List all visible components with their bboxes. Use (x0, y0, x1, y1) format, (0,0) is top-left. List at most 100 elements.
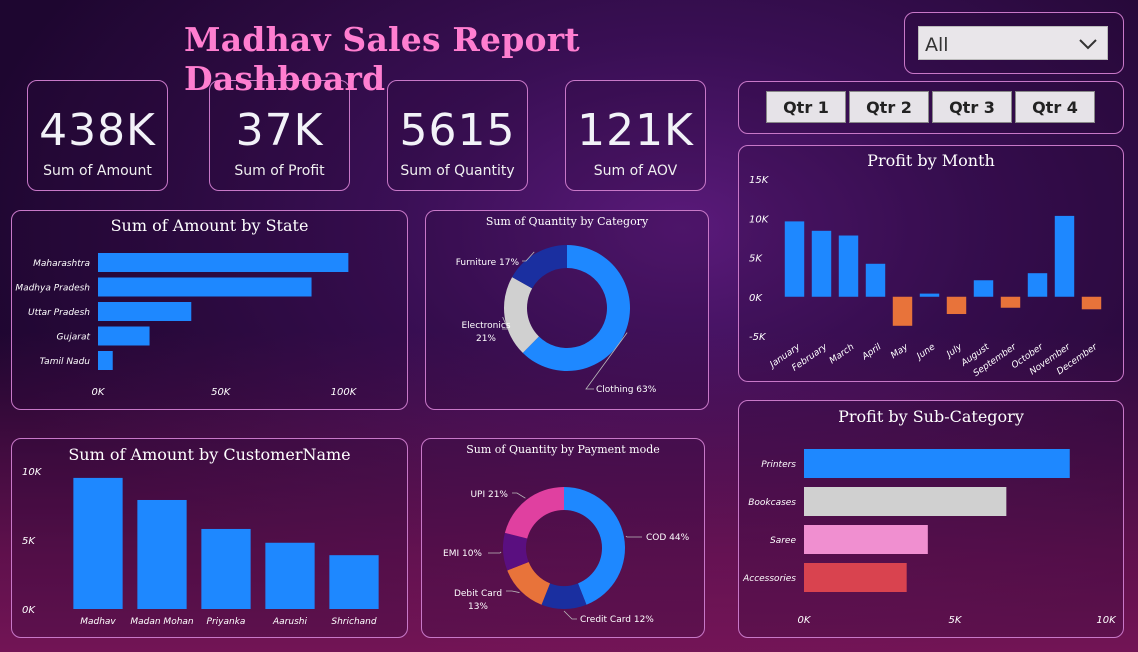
category-label: Saree (770, 536, 796, 546)
tick-label: 50K (211, 387, 232, 398)
category-label: Tamil Nadu (40, 357, 91, 367)
bar (865, 263, 886, 297)
bar (137, 499, 187, 609)
bar (838, 235, 859, 297)
filter-dropdown[interactable]: All (918, 26, 1108, 60)
category-label: Madhya Pradesh (15, 284, 90, 294)
bar (98, 277, 312, 297)
tick-label: 5K (949, 615, 963, 626)
category-donut-chart: Clothing 63% Electronics 21% Furniture 17% (456, 245, 657, 395)
kpi-value: 438K (39, 105, 156, 156)
chevron-down-icon (1077, 31, 1099, 67)
tick-label: 10K (749, 214, 770, 225)
bar (1027, 273, 1048, 297)
bar (1081, 296, 1102, 310)
slice-label: Furniture 17% (456, 258, 520, 268)
bar (98, 326, 150, 346)
tick-label: 100K (331, 387, 358, 398)
subcategory-chart-panel: Profit by Sub-Category Printers Bookcases… (738, 400, 1124, 638)
bar (919, 293, 940, 297)
dashboard-title: Madhav Sales Report Dashboard (184, 20, 580, 98)
tick-label: 5K (749, 254, 763, 265)
slice-label: Electronics 21% (461, 321, 510, 344)
customer-bar-chart: 10K 5K 0K Madhav Madan Mohan Priyanka Aarushi S… (22, 467, 379, 627)
bar (98, 351, 113, 370)
kpi-value: 37K (235, 105, 324, 156)
category-label: Priyanka (207, 617, 246, 627)
tick-label: 0K (798, 615, 812, 626)
kpi-label: Sum of Quantity (400, 163, 515, 179)
tick-label: 0K (749, 293, 763, 304)
category-label: Printers (761, 460, 796, 470)
payment-donut-chart: COD 44% Credit Card 12% Debit Card 13% EMI 1… (443, 487, 690, 625)
bar (98, 302, 192, 321)
bar (329, 555, 379, 609)
qtr2-button[interactable]: Qtr 2 (849, 91, 929, 123)
category-label: Maharashtra (33, 259, 90, 269)
filter-selected-value: All (925, 34, 949, 56)
bar (804, 525, 928, 554)
tick-label: 10K (1096, 615, 1117, 626)
kpi-value: 5615 (399, 105, 516, 156)
bar (946, 296, 967, 315)
bar (973, 280, 994, 297)
tick-label: 0K (22, 605, 36, 616)
category-label: Madhav (80, 617, 116, 627)
bar (265, 542, 315, 609)
tick-label: 15K (749, 175, 770, 186)
slice-label: UPI 21% (470, 490, 508, 500)
tick-label: 10K (22, 467, 43, 478)
leader-line (512, 492, 526, 499)
bar (1000, 296, 1021, 308)
bar (811, 230, 832, 297)
kpi-label: Sum of Amount (43, 163, 152, 179)
bar (1054, 215, 1075, 297)
bar (804, 449, 1070, 478)
bar (98, 253, 349, 272)
category-label: Shrichand (331, 617, 376, 627)
payment-chart-panel: Sum of Quantity by Payment mode COD 44% C… (421, 438, 705, 638)
category-chart-panel: Sum of Quantity by Category Clothing 63%… (425, 210, 709, 410)
category-label: June (914, 342, 938, 363)
slice (504, 487, 564, 539)
tick-label: -5K (749, 332, 767, 343)
kpi-card-amount: 438K Sum of Amount (27, 80, 168, 191)
bar (201, 528, 251, 609)
slice-label: COD 44% (646, 533, 690, 543)
state-bar-chart: Maharashtra Madhya Pradesh Uttar Pradesh Gu… (15, 253, 358, 398)
leader-line (488, 551, 502, 554)
state-chart-panel: Sum of Amount by State Maharashtra Madhya… (11, 210, 408, 410)
month-bar-chart: 15K10K5K0K-5KJanuaryFebruaryMarch April Ma… (749, 175, 1102, 379)
slice (507, 561, 551, 605)
bar (804, 563, 907, 592)
customer-chart-panel: Sum of Amount by CustomerName 10K 5K 0K Mad… (11, 438, 408, 638)
bar (784, 221, 805, 297)
slice-label: Credit Card 12% (580, 615, 654, 625)
category-label: Bookcases (748, 498, 796, 508)
kpi-label: Sum of AOV (593, 163, 678, 179)
qtr1-button[interactable]: Qtr 1 (766, 91, 846, 123)
bar (804, 487, 1007, 516)
subcategory-bar-chart: Printers Bookcases Saree Accessories 0K 5K 10K (742, 449, 1117, 626)
bar (73, 477, 123, 609)
month-chart-panel: Profit by Month 15K 10K 5K 0K -5K January Febr… (738, 145, 1124, 382)
category-label: Madan Mohan (130, 617, 194, 627)
category-label: April (860, 342, 884, 363)
tick-label: 0K (92, 387, 106, 398)
slice-label: EMI 10% (443, 549, 482, 559)
category-label: Accessories (742, 574, 796, 584)
bar (892, 296, 913, 326)
category-label: Gujarat (57, 333, 91, 343)
slice-label: Debit Card 13% (454, 589, 502, 612)
category-label: Aarushi (272, 617, 307, 627)
qtr3-button[interactable]: Qtr 3 (932, 91, 1012, 123)
slice-label: Clothing 63% (596, 385, 657, 395)
category-label: March (828, 342, 857, 366)
leader-line (506, 590, 520, 593)
leader-line (625, 535, 642, 538)
kpi-value: 121K (577, 105, 694, 156)
leader-line (563, 610, 577, 620)
qtr4-button[interactable]: Qtr 4 (1015, 91, 1095, 123)
category-label: May (889, 342, 911, 361)
tick-label: 5K (22, 536, 36, 547)
